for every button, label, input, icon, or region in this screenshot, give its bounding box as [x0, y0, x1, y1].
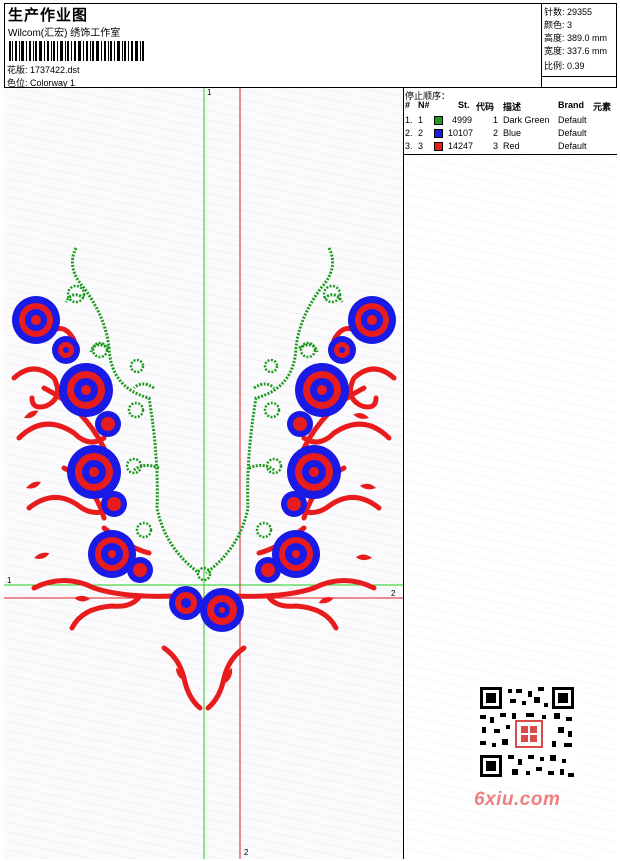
row-code: 3 — [493, 141, 499, 151]
header-block: 生产作业图 Wilcom(汇宏) 绣饰工作室 花版: 1737422.dst 色… — [4, 3, 542, 88]
row-stitches: 10107 — [448, 128, 474, 138]
axis-label-h1: 1 — [7, 576, 12, 585]
design-height: 高度: 389.0 mm — [544, 33, 608, 43]
row-brand: Default — [558, 115, 587, 125]
row-index: 2. — [405, 128, 413, 138]
row-description: Blue — [503, 128, 522, 138]
stop-sequence-header: # N# St. 代码 描述 Brand 元素 — [404, 100, 617, 114]
design-width: 宽度: 337.6 mm — [544, 46, 608, 56]
col-header-index: # — [405, 100, 411, 110]
pattern-name: 花版: 1737422.dst — [7, 65, 80, 75]
stats-divider — [542, 76, 617, 77]
col-header-description: 描述 — [503, 102, 522, 112]
col-header-brand: Brand — [558, 100, 585, 110]
row-code: 1 — [493, 115, 499, 125]
color-count: 颜色: 3 — [544, 20, 573, 30]
stats-block: 针数: 29355 颜色: 3 高度: 389.0 mm 宽度: 337.6 m… — [542, 3, 617, 88]
barcode — [9, 41, 144, 61]
col-header-needle: N# — [418, 100, 430, 110]
page-title: 生产作业图 — [8, 7, 89, 24]
row-description: Red — [503, 141, 520, 151]
row-brand: Default — [558, 128, 587, 138]
axis-label-v2: 2 — [244, 848, 249, 857]
row-needle: 2 — [418, 128, 424, 138]
col-header-stitches: St. — [458, 100, 470, 110]
col-header-element: 元素 — [593, 102, 612, 112]
row-needle: 1 — [418, 115, 424, 125]
qr-code — [472, 683, 580, 783]
row-brand: Default — [558, 141, 587, 151]
row-index: 3. — [405, 141, 413, 151]
table-row[interactable]: 2. 2 10107 2 Blue Default — [404, 128, 617, 140]
table-row[interactable]: 1. 1 4999 1 Dark Green Default — [404, 115, 617, 127]
col-header-code: 代码 — [476, 102, 495, 112]
design-scale: 比例: 0.39 — [544, 61, 585, 71]
stitch-count: 针数: 29355 — [544, 7, 593, 17]
axis-label-v1: 1 — [207, 88, 212, 97]
row-needle: 3 — [418, 141, 424, 151]
axis-label-h2: 2 — [391, 589, 396, 598]
row-description: Dark Green — [503, 115, 550, 125]
color-swatch — [434, 116, 443, 125]
studio-name: Wilcom(汇宏) 绣饰工作室 — [8, 28, 121, 39]
row-index: 1. — [405, 115, 413, 125]
embroidery-design — [4, 88, 403, 859]
color-swatch — [434, 129, 443, 138]
row-code: 2 — [493, 128, 499, 138]
color-swatch — [434, 142, 443, 151]
table-row[interactable]: 3. 3 14247 3 Red Default — [404, 141, 617, 153]
row-stitches: 14247 — [448, 141, 474, 151]
row-stitches: 4999 — [452, 115, 473, 125]
design-canvas[interactable]: 1 1 2 2 — [4, 88, 404, 859]
watermark-logo: 6xiu.com — [474, 789, 561, 810]
